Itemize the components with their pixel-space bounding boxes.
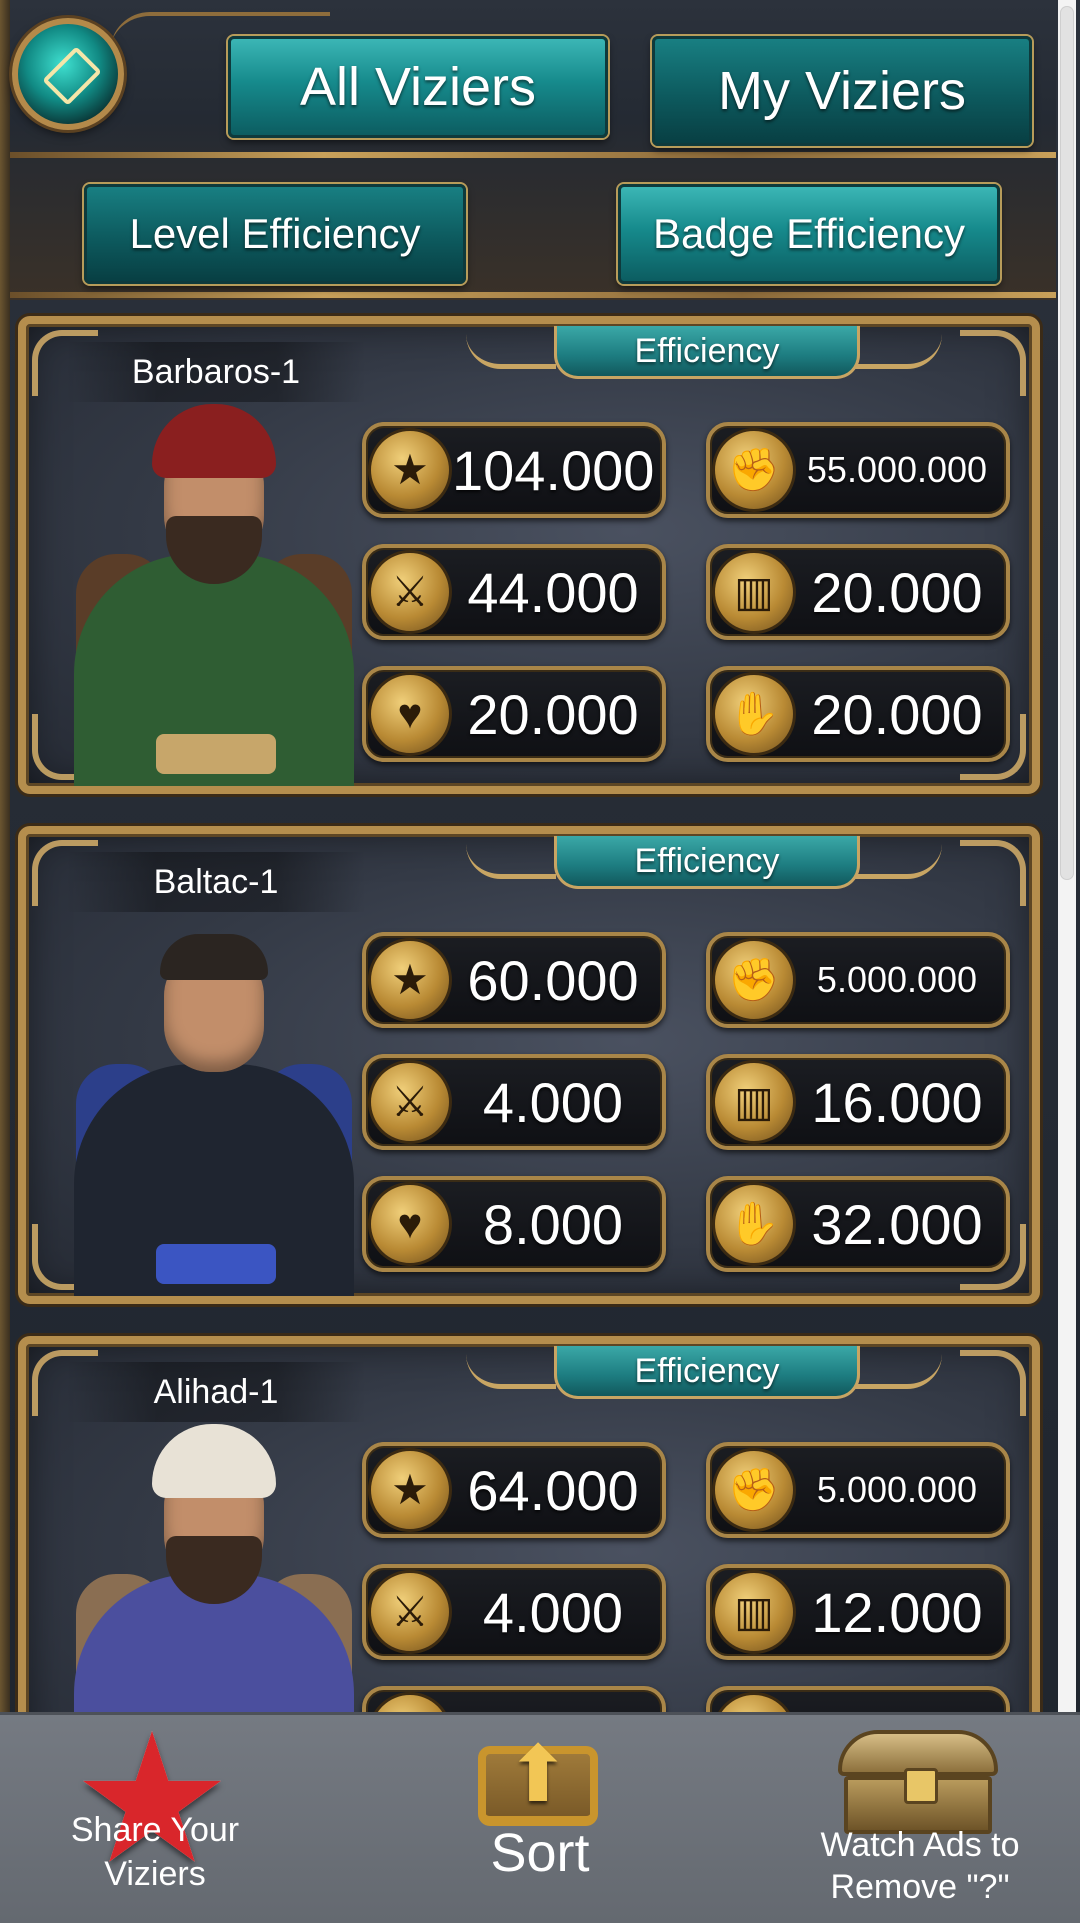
efficiency-banner: Efficiency bbox=[554, 1346, 860, 1399]
stat-book: ▥ 16.000 bbox=[706, 1054, 1010, 1150]
stat-value: 4.000 bbox=[482, 1580, 624, 1644]
divider bbox=[10, 152, 1056, 158]
level-efficiency-button[interactable]: Level Efficiency bbox=[84, 184, 466, 284]
divider bbox=[10, 292, 1056, 298]
stat-fist: ✊ 5.000.000 bbox=[706, 1442, 1010, 1538]
vizier-portrait bbox=[56, 914, 372, 1296]
stat-book: ▥ 20.000 bbox=[706, 544, 1010, 640]
star-icon: ★ bbox=[368, 428, 452, 512]
sort-button[interactable]: Sort bbox=[440, 1822, 640, 1884]
handshake-icon: ✋ bbox=[712, 1182, 796, 1266]
fist-icon: ✊ bbox=[712, 1448, 796, 1532]
badge-efficiency-button[interactable]: Badge Efficiency bbox=[618, 184, 1000, 284]
stat-value: 16.000 bbox=[811, 1070, 983, 1134]
stat-value: 60.000 bbox=[467, 948, 639, 1012]
treasure-chest-icon[interactable] bbox=[838, 1730, 998, 1834]
book-icon: ▥ bbox=[712, 1060, 796, 1144]
stat-swords: ⚔ 44.000 bbox=[362, 544, 666, 640]
stat-handshake: ✋ 32.000 bbox=[706, 1176, 1010, 1272]
stat-handshake: ✋ 20.000 bbox=[706, 666, 1010, 762]
book-icon: ▥ bbox=[712, 1570, 796, 1654]
stat-value: 44.000 bbox=[467, 560, 639, 624]
stat-value: 5.000.000 bbox=[816, 959, 978, 1000]
stat-value: 55.000.000 bbox=[806, 449, 988, 490]
hearts-icon: ♥ bbox=[368, 1182, 452, 1266]
watch-ads-button[interactable]: Watch Ads to Remove "?" bbox=[780, 1824, 1060, 1908]
stat-value: 4.000 bbox=[482, 1070, 624, 1134]
stat-swords: ⚔ 4.000 bbox=[362, 1564, 666, 1660]
vizier-name: Barbaros-1 bbox=[66, 342, 366, 402]
stat-value: 64.000 bbox=[467, 1458, 639, 1522]
handshake-icon: ✋ bbox=[712, 672, 796, 756]
stat-value: 8.000 bbox=[482, 1192, 624, 1256]
vizier-card[interactable]: Efficiency Baltac-1 ★ 60.000 ✊ 5.000.000 ⚔… bbox=[18, 826, 1040, 1304]
stat-hearts: ♥ 20.000 bbox=[362, 666, 666, 762]
tab-my-viziers[interactable]: My Viziers bbox=[652, 36, 1032, 146]
up-arrow-icon[interactable]: ⬆ bbox=[500, 1730, 576, 1818]
vizier-card[interactable]: Efficiency Barbaros-1 ★ 104.000 ✊ 55.000.0… bbox=[18, 316, 1040, 794]
left-border bbox=[0, 0, 10, 1920]
stat-star: ★ 64.000 bbox=[362, 1442, 666, 1538]
book-icon: ▥ bbox=[712, 550, 796, 634]
stat-star: ★ 60.000 bbox=[362, 932, 666, 1028]
vizier-name: Baltac-1 bbox=[66, 852, 366, 912]
tab-all-viziers[interactable]: All Viziers bbox=[228, 36, 608, 138]
share-viziers-button[interactable]: Share Your Viziers bbox=[30, 1808, 280, 1896]
stat-value: 5.000.000 bbox=[816, 1469, 978, 1510]
stat-value: 20.000 bbox=[811, 682, 983, 746]
menu-emblem-icon[interactable] bbox=[12, 18, 124, 130]
scrollbar-thumb[interactable] bbox=[1060, 6, 1074, 880]
hearts-icon: ♥ bbox=[368, 672, 452, 756]
stat-book: ▥ 12.000 bbox=[706, 1564, 1010, 1660]
vizier-name: Alihad-1 bbox=[66, 1362, 366, 1422]
crossed-swords-icon: ⚔ bbox=[368, 550, 452, 634]
efficiency-banner: Efficiency bbox=[554, 836, 860, 889]
stat-value: 20.000 bbox=[811, 560, 983, 624]
stat-value: 104.000 bbox=[452, 438, 655, 502]
stat-fist: ✊ 55.000.000 bbox=[706, 422, 1010, 518]
stat-value: 20.000 bbox=[467, 682, 639, 746]
stat-value: 12.000 bbox=[811, 1580, 983, 1644]
efficiency-banner: Efficiency bbox=[554, 326, 860, 379]
stat-fist: ✊ 5.000.000 bbox=[706, 932, 1010, 1028]
stat-swords: ⚔ 4.000 bbox=[362, 1054, 666, 1150]
fist-icon: ✊ bbox=[712, 428, 796, 512]
star-icon: ★ bbox=[368, 1448, 452, 1532]
stat-star: ★ 104.000 bbox=[362, 422, 666, 518]
star-icon: ★ bbox=[368, 938, 452, 1022]
vizier-portrait bbox=[56, 404, 372, 786]
stat-value: 32.000 bbox=[811, 1192, 983, 1256]
crossed-swords-icon: ⚔ bbox=[368, 1060, 452, 1144]
stat-hearts: ♥ 8.000 bbox=[362, 1176, 666, 1272]
crossed-swords-icon: ⚔ bbox=[368, 1570, 452, 1654]
fist-icon: ✊ bbox=[712, 938, 796, 1022]
